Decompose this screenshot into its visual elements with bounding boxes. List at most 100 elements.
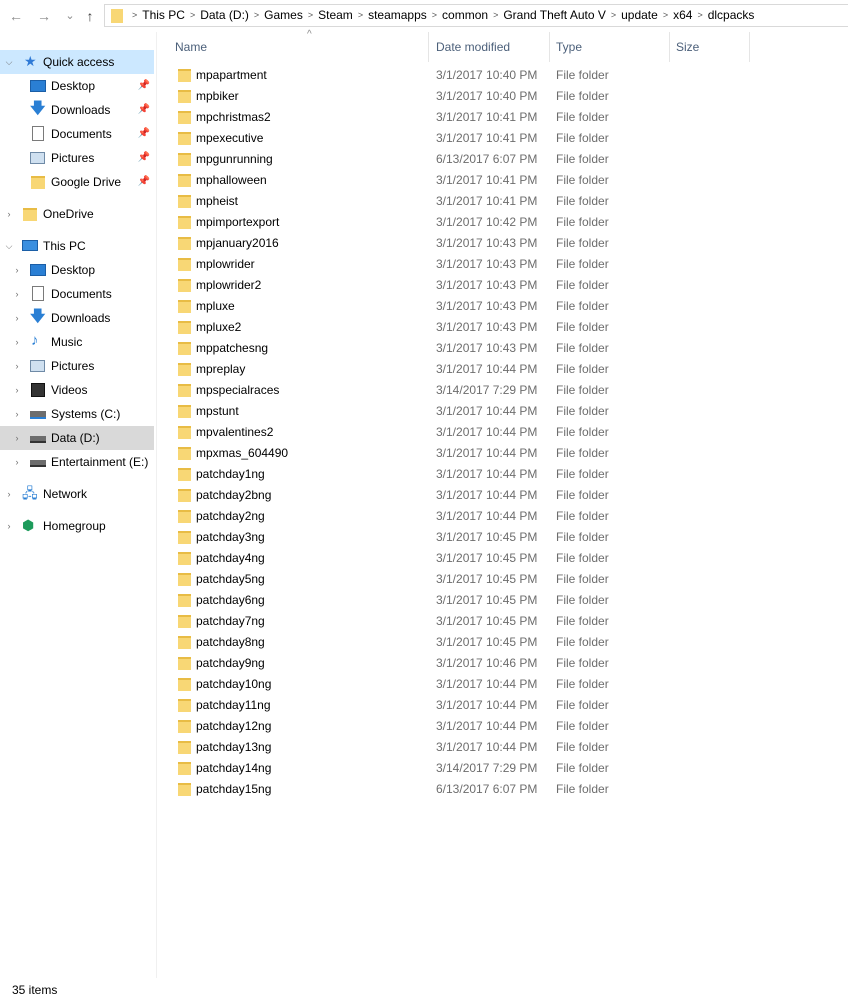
- chevron-down-icon[interactable]: ⌵: [2, 234, 16, 258]
- file-row[interactable]: patchday4ng 3/1/2017 10:45 PM File folder: [157, 548, 757, 569]
- chevron-right-icon[interactable]: ›: [10, 330, 24, 354]
- file-row[interactable]: mpgunrunning 6/13/2017 6:07 PM File folder: [157, 149, 757, 170]
- breadcrumb-item[interactable]: common: [442, 5, 488, 26]
- recent-locations-button[interactable]: ⌄: [60, 6, 80, 26]
- file-row[interactable]: mpluxe 3/1/2017 10:43 PM File folder: [157, 296, 757, 317]
- nav-homegroup[interactable]: › ⬢ Homegroup: [0, 514, 154, 538]
- file-row[interactable]: patchday10ng 3/1/2017 10:44 PM File folder: [157, 674, 757, 695]
- chevron-right-icon[interactable]: ›: [10, 282, 24, 306]
- breadcrumb-item[interactable]: Data (D:): [200, 5, 249, 26]
- nav-pc-systems-c[interactable]: › Systems (C:): [0, 402, 154, 426]
- nav-onedrive[interactable]: › OneDrive: [0, 202, 154, 226]
- file-row[interactable]: patchday1ng 3/1/2017 10:44 PM File folder: [157, 464, 757, 485]
- chevron-right-icon[interactable]: ›: [10, 450, 24, 474]
- nav-network[interactable]: › 🖧 Network: [0, 482, 154, 506]
- chevron-right-icon[interactable]: >: [432, 5, 437, 26]
- breadcrumb-item[interactable]: Grand Theft Auto V: [503, 5, 606, 26]
- chevron-right-icon[interactable]: ›: [10, 354, 24, 378]
- file-row[interactable]: patchday12ng 3/1/2017 10:44 PM File folder: [157, 716, 757, 737]
- file-row[interactable]: mphalloween 3/1/2017 10:41 PM File folder: [157, 170, 757, 191]
- back-button[interactable]: ←: [6, 6, 26, 26]
- chevron-right-icon[interactable]: ›: [10, 378, 24, 402]
- breadcrumb-item[interactable]: dlcpacks: [708, 5, 755, 26]
- file-date-modified: 3/1/2017 10:40 PM: [436, 89, 538, 103]
- file-row[interactable]: patchday13ng 3/1/2017 10:44 PM File folder: [157, 737, 757, 758]
- file-row[interactable]: mpexecutive 3/1/2017 10:41 PM File folder: [157, 128, 757, 149]
- file-row[interactable]: mpimportexport 3/1/2017 10:42 PM File fold…: [157, 212, 757, 233]
- breadcrumb-item[interactable]: This PC: [142, 5, 185, 26]
- nav-pc-data-d[interactable]: › Data (D:): [0, 426, 154, 450]
- file-row[interactable]: mpreplay 3/1/2017 10:44 PM File folder: [157, 359, 757, 380]
- nav-quick-access[interactable]: ⌵ ★ Quick access: [0, 50, 154, 74]
- file-row[interactable]: mpvalentines2 3/1/2017 10:44 PM File folde…: [157, 422, 757, 443]
- file-date-modified: 3/1/2017 10:44 PM: [436, 740, 538, 754]
- chevron-right-icon[interactable]: >: [697, 5, 702, 26]
- column-header-type[interactable]: Type: [550, 32, 670, 62]
- file-row[interactable]: mpstunt 3/1/2017 10:44 PM File folder: [157, 401, 757, 422]
- chevron-right-icon[interactable]: >: [254, 5, 259, 26]
- file-row[interactable]: patchday15ng 6/13/2017 6:07 PM File folder: [157, 779, 757, 800]
- file-row[interactable]: mpheist 3/1/2017 10:41 PM File folder: [157, 191, 757, 212]
- file-row[interactable]: patchday2bng 3/1/2017 10:44 PM File folder: [157, 485, 757, 506]
- chevron-down-icon[interactable]: ⌵: [2, 50, 16, 74]
- nav-qa-downloads[interactable]: 🡇 Downloads 📌: [0, 98, 154, 122]
- file-row[interactable]: patchday7ng 3/1/2017 10:45 PM File folder: [157, 611, 757, 632]
- file-row[interactable]: patchday9ng 3/1/2017 10:46 PM File folder: [157, 653, 757, 674]
- nav-this-pc[interactable]: ⌵ This PC: [0, 234, 154, 258]
- chevron-right-icon[interactable]: ›: [2, 482, 16, 506]
- chevron-right-icon[interactable]: ›: [10, 426, 24, 450]
- address-bar[interactable]: > This PC > Data (D:) > Games > Steam > steamapps…: [104, 4, 848, 27]
- file-row[interactable]: patchday8ng 3/1/2017 10:45 PM File folder: [157, 632, 757, 653]
- chevron-right-icon[interactable]: >: [308, 5, 313, 26]
- nav-qa-desktop[interactable]: Desktop 📌: [0, 74, 154, 98]
- column-header-name[interactable]: ^ Name: [169, 30, 429, 62]
- file-row[interactable]: patchday5ng 3/1/2017 10:45 PM File folder: [157, 569, 757, 590]
- chevron-right-icon[interactable]: ›: [2, 202, 16, 226]
- breadcrumb-item[interactable]: Games: [264, 5, 303, 26]
- breadcrumb-item[interactable]: steamapps: [368, 5, 427, 26]
- forward-button[interactable]: →: [34, 6, 54, 26]
- chevron-right-icon[interactable]: >: [132, 5, 137, 26]
- file-name: patchday5ng: [196, 572, 265, 586]
- nav-qa-pictures[interactable]: Pictures 📌: [0, 146, 154, 170]
- chevron-right-icon[interactable]: ›: [10, 306, 24, 330]
- nav-pc-documents[interactable]: › Documents: [0, 282, 154, 306]
- file-row[interactable]: mpjanuary2016 3/1/2017 10:43 PM File folde…: [157, 233, 757, 254]
- chevron-right-icon[interactable]: ›: [10, 258, 24, 282]
- file-row[interactable]: mpchristmas2 3/1/2017 10:41 PM File folder: [157, 107, 757, 128]
- chevron-right-icon[interactable]: >: [663, 5, 668, 26]
- file-row[interactable]: mpluxe2 3/1/2017 10:43 PM File folder: [157, 317, 757, 338]
- nav-pc-desktop[interactable]: › Desktop: [0, 258, 154, 282]
- up-button[interactable]: ↑: [80, 6, 100, 26]
- file-row[interactable]: mpbiker 3/1/2017 10:40 PM File folder: [157, 86, 757, 107]
- chevron-right-icon[interactable]: >: [493, 5, 498, 26]
- file-row[interactable]: mpspecialraces 3/14/2017 7:29 PM File fold…: [157, 380, 757, 401]
- file-row[interactable]: patchday11ng 3/1/2017 10:44 PM File folder: [157, 695, 757, 716]
- chevron-right-icon[interactable]: >: [358, 5, 363, 26]
- nav-pc-downloads[interactable]: › 🡇 Downloads: [0, 306, 154, 330]
- file-row[interactable]: patchday2ng 3/1/2017 10:44 PM File folder: [157, 506, 757, 527]
- file-row[interactable]: patchday14ng 3/14/2017 7:29 PM File folder: [157, 758, 757, 779]
- chevron-right-icon[interactable]: >: [190, 5, 195, 26]
- column-header-date[interactable]: Date modified: [430, 32, 550, 62]
- chevron-right-icon[interactable]: ›: [2, 514, 16, 538]
- nav-pc-videos[interactable]: › Videos: [0, 378, 154, 402]
- chevron-right-icon[interactable]: ›: [10, 402, 24, 426]
- nav-pc-entertainment-e[interactable]: › Entertainment (E:): [0, 450, 154, 474]
- file-row[interactable]: mplowrider 3/1/2017 10:43 PM File folder: [157, 254, 757, 275]
- file-row[interactable]: mppatchesng 3/1/2017 10:43 PM File folder: [157, 338, 757, 359]
- nav-pc-music[interactable]: › ♪ Music: [0, 330, 154, 354]
- breadcrumb-item[interactable]: update: [621, 5, 658, 26]
- file-row[interactable]: patchday3ng 3/1/2017 10:45 PM File folder: [157, 527, 757, 548]
- file-row[interactable]: mplowrider2 3/1/2017 10:43 PM File folder: [157, 275, 757, 296]
- nav-pc-pictures[interactable]: › Pictures: [0, 354, 154, 378]
- chevron-right-icon[interactable]: >: [611, 5, 616, 26]
- nav-qa-documents[interactable]: Documents 📌: [0, 122, 154, 146]
- file-row[interactable]: mpxmas_604490 3/1/2017 10:44 PM File folde…: [157, 443, 757, 464]
- column-header-size[interactable]: Size: [670, 32, 750, 62]
- breadcrumb-item[interactable]: Steam: [318, 5, 353, 26]
- breadcrumb-item[interactable]: x64: [673, 5, 692, 26]
- nav-qa-google-drive[interactable]: Google Drive 📌: [0, 170, 154, 194]
- file-row[interactable]: mpapartment 3/1/2017 10:40 PM File folder: [157, 65, 757, 86]
- file-row[interactable]: patchday6ng 3/1/2017 10:45 PM File folder: [157, 590, 757, 611]
